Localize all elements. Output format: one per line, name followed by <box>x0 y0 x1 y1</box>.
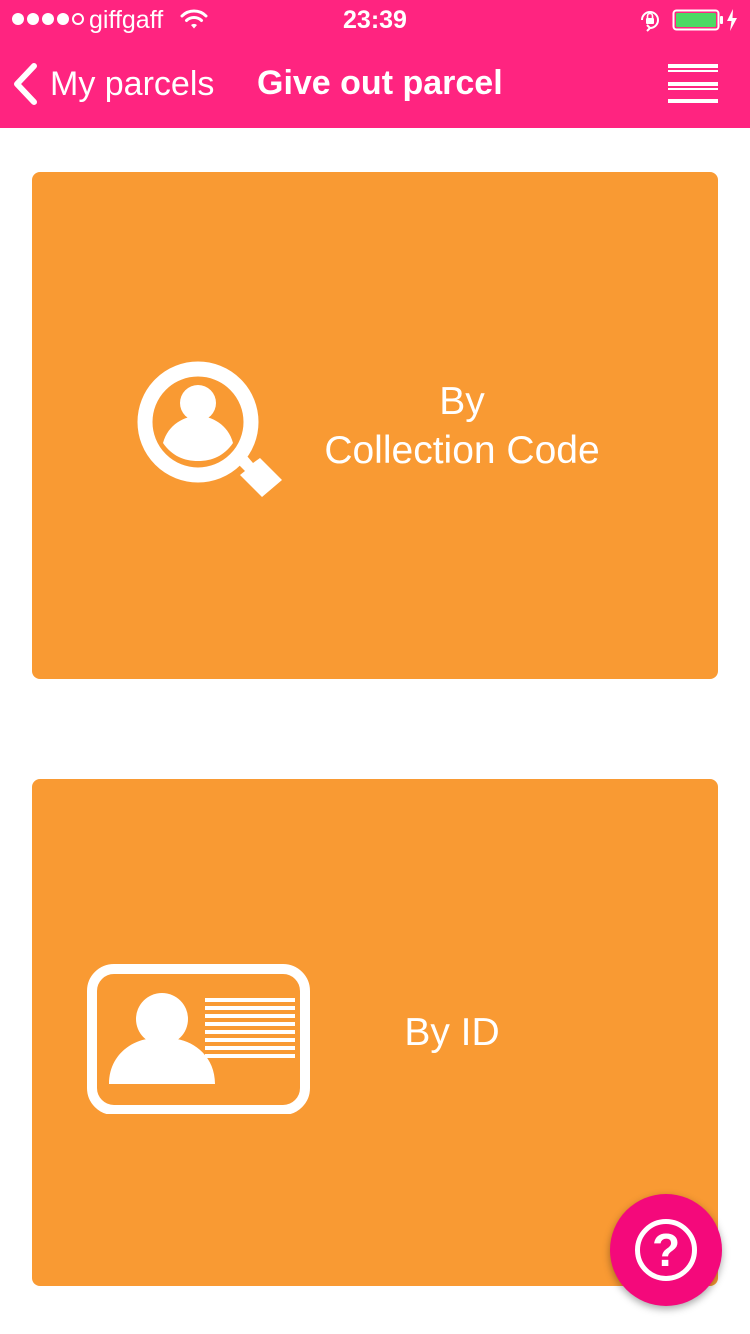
chevron-left-icon <box>14 63 37 105</box>
app-header: giffgaff 23:39 My parcels Give out parce… <box>0 0 750 128</box>
by-label: By <box>439 380 485 423</box>
hamburger-menu-icon[interactable] <box>662 60 724 108</box>
orientation-lock-icon <box>641 11 659 32</box>
search-person-icon <box>137 361 282 497</box>
collection-code-text: Collection Code <box>324 429 600 472</box>
collection-code-label: By Collection Code <box>292 377 632 475</box>
battery-icon <box>672 9 723 31</box>
help-button[interactable]: ? <box>610 1194 722 1306</box>
back-label: My parcels <box>50 64 215 103</box>
status-bar: giffgaff 23:39 <box>0 0 750 40</box>
page-title: Give out parcel <box>257 64 503 102</box>
by-id-label: By ID <box>404 1011 500 1054</box>
id-card-icon <box>87 964 310 1114</box>
help-icon: ? <box>635 1219 697 1281</box>
navigation-bar: My parcels Give out parcel <box>0 40 750 128</box>
charging-icon <box>727 9 737 31</box>
back-button[interactable]: My parcels <box>10 56 214 112</box>
by-id-button[interactable]: By ID <box>32 779 718 1286</box>
by-collection-code-button[interactable]: By Collection Code <box>32 172 718 679</box>
